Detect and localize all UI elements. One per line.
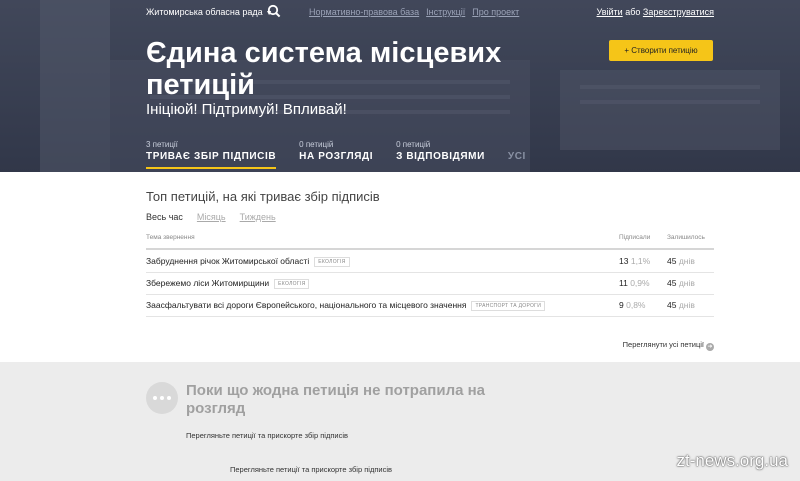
period-filter: Весь час Місяць Тиждень [146,212,276,222]
ellipsis-icon [146,382,178,414]
status-tabs: 3 петиції ТРИВАЄ ЗБІР ПІДПИСІВ 0 петицій… [146,140,549,169]
login-link[interactable]: Увійти [597,7,623,17]
slogan: Ініціюй! Підтримуй! Впливай! [146,101,347,118]
table-row[interactable]: Збережемо ліси Житомирщини Екологія 11 0,… [146,272,714,294]
council-name: Житомирська обласна рада [146,7,263,17]
category-tag[interactable]: Екологія [274,279,310,289]
category-tag[interactable]: Екологія [314,257,350,267]
register-link[interactable]: Зареєструватися [643,7,714,17]
create-petition-button[interactable]: + Створити петицію [609,40,713,61]
table-row[interactable]: Забруднення річок Житомирської області Ек… [146,250,714,272]
under-review-section: Поки що жодна петиція не потрапила на ро… [0,362,800,481]
tab-label: ТРИВАЄ ЗБІР ПІДПИСІВ [146,151,277,169]
council-selector[interactable]: Житомирська обласна рада ▼ [146,7,273,17]
tab-label: З ВІДПОВІДЯМИ [396,151,485,162]
tab-label: УСІ [507,151,526,162]
empty-state-title: Поки що жодна петиція не потрапила на ро… [186,382,486,417]
auth-links: Увійти або Зареєструватися [597,7,714,17]
signed-count: 9 0,8% [619,300,646,310]
empty-state-subtitle-secondary: Перегляньте петиції та прискорте збір пі… [230,465,392,474]
arrow-right-icon: ➜ [706,343,714,351]
period-all-time[interactable]: Весь час [146,212,183,222]
period-week[interactable]: Тиждень [240,212,276,222]
empty-state-subtitle: Перегляньте петиції та прискорте збір пі… [186,431,348,440]
top-bar: Житомирська обласна рада ▼ Нормативно-пра… [146,4,714,21]
period-month[interactable]: Місяць [197,212,226,222]
tab-count: 0 петицій [396,140,431,149]
table-row[interactable]: Заасфальтувати всі дороги Європейського,… [146,294,714,316]
nav-links: Нормативно-правова база Інструкції Про п… [309,7,519,17]
petition-title[interactable]: Забруднення річок Житомирської області Ек… [146,256,350,267]
nav-link-about[interactable]: Про проект [472,7,519,17]
petition-title[interactable]: Заасфальтувати всі дороги Європейського,… [146,300,546,311]
auth-separator: або [625,7,641,17]
view-all-petitions-link[interactable]: Переглянути усі петиції ➜ [623,340,714,351]
tab-count: 0 петицій [299,140,334,149]
days-left: 45 днів [667,256,695,266]
section-title: Топ петицій, на які триває збір підписів [146,189,380,204]
hero-banner: Житомирська обласна рада ▼ Нормативно-пра… [0,0,800,172]
column-left: Залишилось [667,234,705,241]
view-all-label: Переглянути усі петиції [622,340,704,349]
table-header: Тема звернення Підписали Залишилось [146,234,714,248]
tab-all[interactable]: УСІ [508,151,526,169]
column-topic: Тема звернення [146,234,195,241]
nav-link-instructions[interactable]: Інструкції [426,7,465,17]
page-title: Єдина система місцевих петицій [146,37,502,101]
signed-count: 11 0,9% [619,278,650,288]
divider [146,316,714,317]
tab-collecting[interactable]: 3 петиції ТРИВАЄ ЗБІР ПІДПИСІВ [146,140,277,169]
days-left: 45 днів [667,300,695,310]
search-icon[interactable] [267,4,281,18]
tab-count: 3 петиції [146,140,178,149]
signed-count: 13 1,1% [619,256,651,266]
nav-link-regulations[interactable]: Нормативно-правова база [309,7,419,17]
days-left: 45 днів [667,278,695,288]
column-signed: Підписали [619,234,651,241]
tab-under-review[interactable]: 0 петицій НА РОЗГЛЯДІ [299,140,373,169]
watermark: zt-news.org.ua [676,451,789,470]
tab-label: НА РОЗГЛЯДІ [299,151,374,162]
petition-title[interactable]: Збережемо ліси Житомирщини Екологія [146,278,310,289]
tab-answered[interactable]: 0 петицій З ВІДПОВІДЯМИ [396,140,485,169]
category-tag[interactable]: Транспорт та дороги [471,301,546,311]
